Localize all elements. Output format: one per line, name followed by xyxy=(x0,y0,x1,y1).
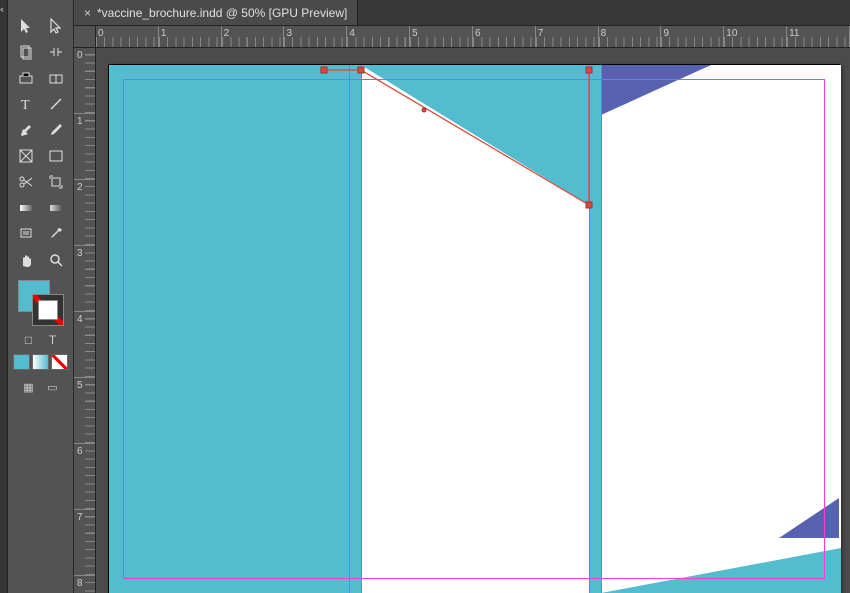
ruler-tick: 3 xyxy=(284,26,347,47)
ruler-tick-label: 2 xyxy=(77,182,83,193)
ruler-tick-label: 0 xyxy=(77,50,83,61)
content-collector-tool[interactable] xyxy=(12,66,40,90)
gap-tool[interactable] xyxy=(42,40,70,64)
zoom-tool[interactable] xyxy=(42,248,70,272)
anchor-point[interactable] xyxy=(586,67,593,74)
ruler-tick: 7 xyxy=(536,26,599,47)
ruler-tick: 7 xyxy=(74,510,95,576)
canvas[interactable]: 0 1 2 3 4 5 6 7 8 9 10 11 0 1 2 3 4 5 6 7 8 xyxy=(74,26,850,593)
ruler-tick-label: 5 xyxy=(77,380,83,391)
gradient-swatch-tool[interactable] xyxy=(12,196,40,220)
selected-path[interactable] xyxy=(324,65,624,225)
ruler-tick-label: 10 xyxy=(726,28,737,39)
direction-point[interactable] xyxy=(422,108,427,113)
none-indicator-icon xyxy=(33,295,63,325)
normal-view-mode[interactable]: ▦ xyxy=(19,378,39,396)
anchor-point[interactable] xyxy=(321,67,328,74)
chevron-left-icon: ‹‹ xyxy=(0,4,2,14)
ruler-tick: 0 xyxy=(74,48,95,114)
pencil-tool[interactable] xyxy=(42,118,70,142)
ruler-tick: 9 xyxy=(661,26,724,47)
svg-text:T: T xyxy=(21,98,30,112)
ruler-tick: 1 xyxy=(159,26,222,47)
ruler-tick: 5 xyxy=(74,378,95,444)
page-tool[interactable] xyxy=(12,40,40,64)
line-tool[interactable] xyxy=(42,92,70,116)
ruler-tick-label: 9 xyxy=(663,28,669,39)
apply-color[interactable] xyxy=(13,354,30,370)
anchor-point[interactable] xyxy=(586,202,593,209)
scissors-tool[interactable] xyxy=(12,170,40,194)
document-area: × *vaccine_brochure.indd @ 50% [GPU Prev… xyxy=(74,0,850,593)
document-tab[interactable]: × *vaccine_brochure.indd @ 50% [GPU Prev… xyxy=(74,0,358,25)
ruler-tick-label: 8 xyxy=(601,28,607,39)
ruler-tick: 1 xyxy=(74,114,95,180)
ruler-tick-label: 6 xyxy=(77,446,83,457)
pen-tool[interactable] xyxy=(12,118,40,142)
ruler-tick-label: 1 xyxy=(161,28,167,39)
ruler-tick-label: 4 xyxy=(77,314,83,325)
ruler-tick-label: 3 xyxy=(77,248,83,259)
vertical-ruler[interactable]: 0 1 2 3 4 5 6 7 8 xyxy=(74,48,96,593)
ruler-tick-label: 7 xyxy=(77,512,83,523)
direct-selection-tool[interactable] xyxy=(42,14,70,38)
free-transform-tool[interactable] xyxy=(42,170,70,194)
document-tab-title: *vaccine_brochure.indd @ 50% [GPU Previe… xyxy=(97,6,347,20)
ruler-tick: 8 xyxy=(74,576,95,593)
close-tab-button[interactable]: × xyxy=(84,6,91,20)
ruler-tick: 11 xyxy=(787,26,850,47)
ruler-tick: 3 xyxy=(74,246,95,312)
formatting-container[interactable]: □ xyxy=(19,332,39,348)
hand-tool[interactable] xyxy=(12,248,40,272)
note-tool[interactable] xyxy=(12,222,40,246)
ruler-tick: 6 xyxy=(473,26,536,47)
pasteboard[interactable] xyxy=(96,48,850,593)
ruler-tick-label: 3 xyxy=(286,28,292,39)
ruler-tick-label: 0 xyxy=(98,28,104,39)
ruler-tick-label: 4 xyxy=(349,28,355,39)
page-spread[interactable] xyxy=(108,64,840,593)
eyedropper-tool[interactable] xyxy=(42,222,70,246)
preview-mode[interactable]: ▭ xyxy=(43,378,63,396)
rectangle-tool[interactable] xyxy=(42,144,70,168)
selection-tool[interactable] xyxy=(12,14,40,38)
formatting-text[interactable]: T xyxy=(43,332,63,348)
anchor-point[interactable] xyxy=(358,67,365,74)
ruler-tick: 10 xyxy=(724,26,787,47)
ruler-tick-label: 7 xyxy=(538,28,544,39)
ruler-tick-label: 8 xyxy=(77,578,83,589)
ruler-tick: 6 xyxy=(74,444,95,510)
document-tab-bar: × *vaccine_brochure.indd @ 50% [GPU Prev… xyxy=(74,0,850,26)
horizontal-ruler[interactable]: 0 1 2 3 4 5 6 7 8 9 10 11 xyxy=(96,26,850,48)
ruler-tick-label: 2 xyxy=(224,28,230,39)
rectangle-frame-tool[interactable] xyxy=(12,144,40,168)
stroke-swatch[interactable] xyxy=(32,294,64,326)
ruler-tick: 8 xyxy=(599,26,662,47)
apply-none[interactable] xyxy=(51,354,68,370)
gradient-feather-tool[interactable] xyxy=(42,196,70,220)
ruler-tick: 5 xyxy=(410,26,473,47)
apply-gradient[interactable] xyxy=(32,354,49,370)
ruler-tick-label: 1 xyxy=(77,116,83,127)
ruler-tick: 0 xyxy=(96,26,159,47)
ruler-tick: 4 xyxy=(347,26,410,47)
content-placer-tool[interactable] xyxy=(42,66,70,90)
ruler-tick: 4 xyxy=(74,312,95,378)
ruler-tick: 2 xyxy=(74,180,95,246)
ruler-origin[interactable] xyxy=(74,26,96,48)
type-tool[interactable]: T xyxy=(12,92,40,116)
fill-stroke-swatch[interactable] xyxy=(18,280,64,326)
ruler-tick-label: 11 xyxy=(789,28,799,39)
panel-collapse-strip[interactable]: ‹‹ xyxy=(0,0,8,593)
ruler-tick-label: 6 xyxy=(475,28,481,39)
ruler-tick-label: 5 xyxy=(412,28,418,39)
ruler-tick: 2 xyxy=(222,26,285,47)
tools-panel: T □T ▦▭ xyxy=(8,0,74,593)
